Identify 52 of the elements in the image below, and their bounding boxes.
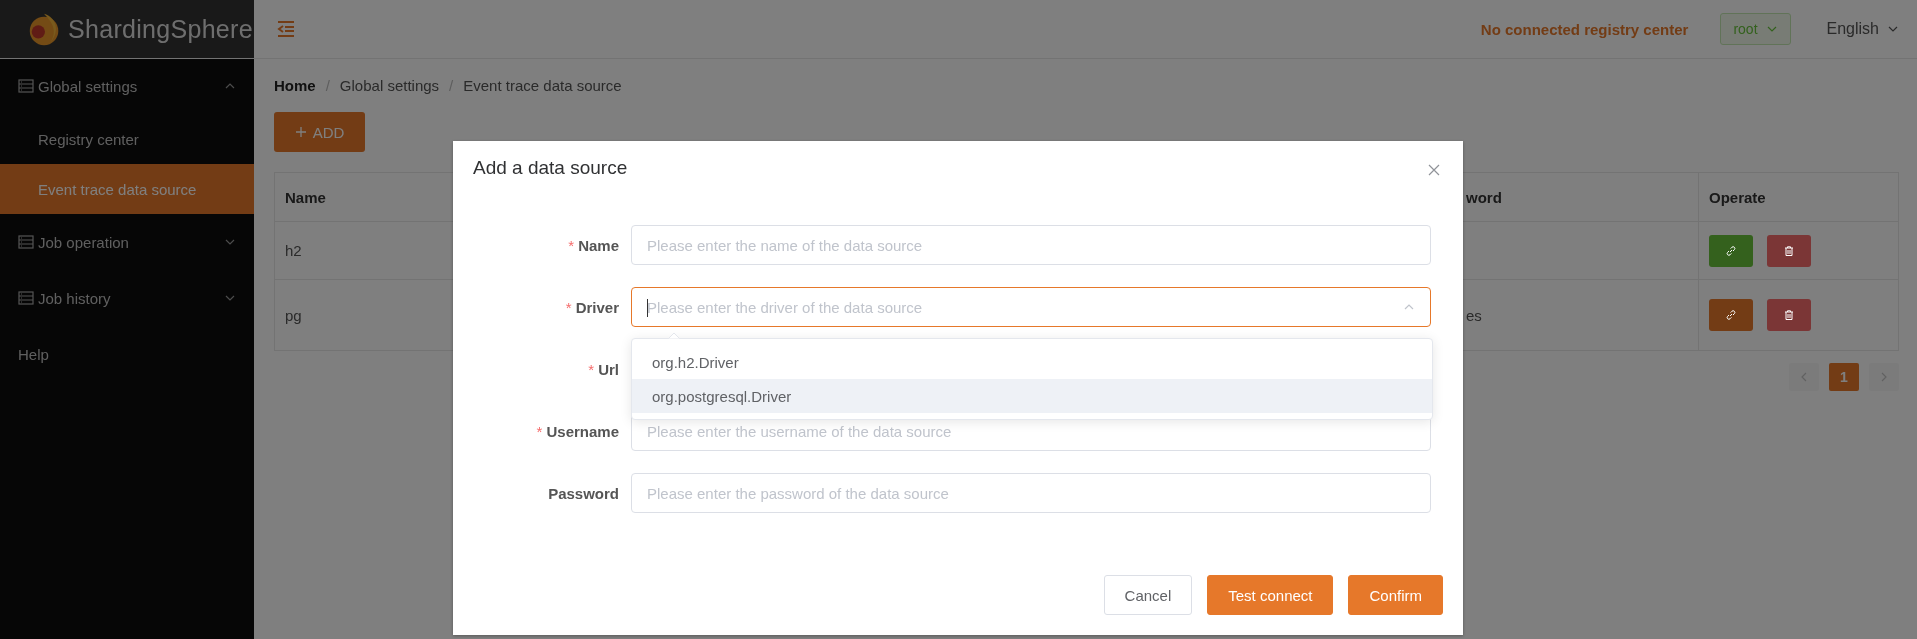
link-icon (1725, 244, 1737, 257)
breadcrumb-item: Event trace data source (463, 76, 622, 94)
required-asterisk: * (588, 360, 595, 378)
link-button[interactable] (1709, 234, 1753, 267)
menu-fold-icon[interactable] (276, 19, 296, 39)
field-label: Password (548, 484, 619, 502)
page-button[interactable]: 1 (1829, 363, 1859, 391)
primary-button[interactable]: Confirm (1348, 575, 1443, 615)
close-icon[interactable] (1428, 164, 1440, 176)
dropdown-option[interactable]: org.postgresql.Driver (632, 379, 1432, 413)
trash-icon (1783, 309, 1795, 321)
add-button[interactable]: ADD (274, 112, 365, 152)
required-asterisk: * (568, 236, 575, 254)
column-header: Operate (1698, 173, 1898, 222)
table-cell: h2 (285, 242, 302, 259)
table-cell: es (1466, 306, 1482, 324)
table-cell: pg (285, 306, 302, 324)
breadcrumb-separator: / (325, 76, 330, 94)
list-icon (18, 290, 34, 306)
primary-button[interactable]: Test connect (1207, 575, 1334, 615)
column-header: word (1464, 173, 1698, 222)
input-field[interactable]: Please enter the password of the data source (631, 473, 1431, 513)
menu-item[interactable]: Event trace data source (0, 164, 254, 214)
field-label: Username (546, 422, 619, 440)
brand-name: ShardingSphere (68, 14, 253, 44)
link-button[interactable] (1709, 299, 1753, 331)
breadcrumb-separator: / (449, 76, 454, 94)
menu-group[interactable]: Job history (0, 270, 254, 326)
field-label: Url (598, 360, 619, 378)
user-dropdown[interactable]: root (1720, 13, 1791, 45)
menu-group[interactable]: Job operation (0, 214, 254, 270)
field-label: Driver (575, 298, 619, 316)
registry-status: No connected registry center (1480, 20, 1689, 38)
required-asterisk: * (536, 422, 543, 440)
cancel-button[interactable]: Cancel (1103, 575, 1193, 615)
trash-icon (1783, 244, 1795, 257)
list-icon (18, 78, 34, 94)
menu-item[interactable]: Help (0, 326, 254, 382)
menu-item[interactable]: Registry center (0, 114, 254, 164)
breadcrumb-item[interactable]: Home (274, 76, 316, 94)
dropdown-option[interactable]: org.h2.Driver (632, 345, 1432, 379)
link-icon (1725, 309, 1737, 321)
field-label: Name (578, 236, 619, 254)
list-icon (18, 234, 34, 250)
delete-button[interactable] (1767, 299, 1811, 331)
input-field[interactable]: Please enter the name of the data source (631, 225, 1431, 265)
language-dropdown[interactable]: English (1826, 20, 1899, 38)
breadcrumb-item: Global settings (339, 76, 440, 94)
required-asterisk: * (565, 298, 572, 316)
delete-button[interactable] (1767, 234, 1811, 267)
plus-icon (294, 126, 307, 138)
menu-group[interactable]: Global settings (0, 58, 254, 114)
